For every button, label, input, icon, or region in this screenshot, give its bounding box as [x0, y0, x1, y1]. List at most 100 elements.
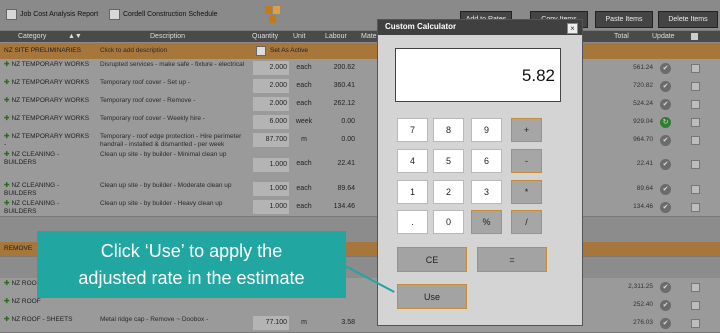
row-checkbox[interactable]: [691, 118, 700, 127]
key-percent-button[interactable]: %: [471, 210, 502, 234]
add-icon[interactable]: ✚: [4, 133, 9, 140]
key-9-button[interactable]: 9: [471, 118, 502, 142]
row-description[interactable]: Temporary roof cover - Weekly hire -: [100, 115, 250, 123]
row-description[interactable]: Disrupted services - make safe - fixture…: [100, 61, 250, 69]
select-all-checkbox[interactable]: [691, 33, 698, 40]
construction-schedule-link[interactable]: Cordell Construction Schedule: [109, 9, 218, 20]
table-row[interactable]: ✚ NZ TEMPORARY WORKS - Temporary - roof ed…: [0, 131, 720, 150]
row-checkbox[interactable]: [691, 203, 700, 212]
add-icon[interactable]: ✚: [4, 61, 9, 68]
add-icon[interactable]: ✚: [4, 280, 9, 287]
row-checkbox[interactable]: [691, 64, 700, 73]
quantity-input[interactable]: 77.100: [253, 316, 289, 330]
header-update[interactable]: Update: [652, 33, 675, 40]
key-8-button[interactable]: 8: [433, 118, 464, 142]
row-checkbox[interactable]: [691, 185, 700, 194]
row-description[interactable]: Clean up site - by builder - Moderate cl…: [100, 182, 250, 190]
key-3-button[interactable]: 3: [471, 180, 502, 204]
table-row[interactable]: ✚ NZ CLEANING - BUILDERS Clean up site - b…: [0, 180, 720, 199]
key-divide-button[interactable]: /: [511, 210, 542, 234]
row-description[interactable]: Temporary - roof edge protection - Hire …: [100, 133, 250, 149]
section-row[interactable]: NZ SITE PRELIMINARIES Click to add descr…: [0, 43, 720, 60]
add-icon[interactable]: ✚: [4, 97, 9, 104]
key-2-button[interactable]: 2: [433, 180, 464, 204]
clear-entry-button[interactable]: CE: [397, 247, 467, 272]
close-icon[interactable]: ×: [567, 23, 578, 34]
key-1-button[interactable]: 1: [397, 180, 428, 204]
row-checkbox[interactable]: [691, 82, 700, 91]
add-icon[interactable]: ✚: [4, 316, 9, 323]
row-labour[interactable]: 89.64: [325, 185, 355, 192]
row-description[interactable]: Temporary roof cover - Remove -: [100, 97, 250, 105]
add-icon[interactable]: ✚: [4, 115, 9, 122]
quantity-input[interactable]: 1.000: [253, 182, 289, 196]
sort-arrows-icon[interactable]: ▲▼: [68, 33, 82, 40]
header-category[interactable]: Category: [18, 33, 46, 40]
row-checkbox[interactable]: [691, 283, 700, 292]
header-material[interactable]: Mate: [361, 33, 377, 40]
key-minus-button[interactable]: -: [511, 149, 542, 173]
header-total[interactable]: Total: [614, 33, 629, 40]
row-description[interactable]: Clean up site - by builder - Heavy clean…: [100, 200, 250, 208]
section-note[interactable]: Click to add description: [100, 47, 250, 55]
add-icon[interactable]: ✚: [4, 151, 9, 158]
add-icon[interactable]: ✚: [4, 298, 9, 305]
row-labour[interactable]: 262.12: [325, 100, 355, 107]
check-icon[interactable]: ✔: [660, 99, 671, 110]
key-multiply-button[interactable]: *: [511, 180, 542, 204]
header-labour[interactable]: Labour: [325, 33, 347, 40]
key-4-button[interactable]: 4: [397, 149, 428, 173]
table-row[interactable]: ✚ NZ TEMPORARY WORKS Temporary roof cover …: [0, 113, 720, 132]
job-cost-report-link[interactable]: Job Cost Analysis Report: [6, 9, 98, 20]
row-labour[interactable]: 0.00: [325, 136, 355, 143]
check-icon[interactable]: ✔: [660, 63, 671, 74]
add-icon[interactable]: ✚: [4, 200, 9, 207]
refresh-icon[interactable]: ↻: [660, 117, 671, 128]
delete-items-button[interactable]: Delete Items: [658, 11, 718, 28]
check-icon[interactable]: ✔: [660, 300, 671, 311]
check-icon[interactable]: ✔: [660, 184, 671, 195]
calculator-title-bar[interactable]: Custom Calculator ×: [378, 20, 582, 35]
header-description[interactable]: Description: [150, 33, 185, 40]
row-labour[interactable]: 134.46: [325, 203, 355, 210]
equals-button[interactable]: =: [477, 247, 547, 272]
row-checkbox[interactable]: [691, 301, 700, 310]
quantity-input[interactable]: 2.000: [253, 61, 289, 75]
paste-items-button[interactable]: Paste Items: [595, 11, 653, 28]
key-6-button[interactable]: 6: [471, 149, 502, 173]
key-decimal-button[interactable]: .: [397, 210, 428, 234]
row-labour[interactable]: 200.62: [325, 64, 355, 71]
check-icon[interactable]: ✔: [660, 202, 671, 213]
table-row[interactable]: ✚ NZ CLEANING - BUILDERS Clean up site - b…: [0, 149, 720, 181]
row-description[interactable]: Clean up site - by builder - Minimal cle…: [100, 151, 250, 159]
quantity-input[interactable]: 6.000: [253, 115, 289, 129]
row-labour[interactable]: 3.58: [325, 319, 355, 326]
add-icon[interactable]: ✚: [4, 79, 9, 86]
quantity-input[interactable]: 2.000: [253, 97, 289, 111]
header-quantity[interactable]: Quantity: [252, 33, 278, 40]
quantity-input[interactable]: 87.700: [253, 133, 289, 147]
check-icon[interactable]: ✔: [660, 135, 671, 146]
key-5-button[interactable]: 5: [433, 149, 464, 173]
check-icon[interactable]: ✔: [660, 81, 671, 92]
row-checkbox[interactable]: [691, 160, 700, 169]
quantity-input[interactable]: 1.000: [253, 158, 289, 172]
table-row[interactable]: ✚ NZ TEMPORARY WORKS Disrupted services - …: [0, 59, 720, 78]
set-active-checkbox[interactable]: [256, 46, 266, 56]
header-unit[interactable]: Unit: [293, 33, 305, 40]
row-description[interactable]: Metal ridge cap - Remove ~ Doobox -: [100, 316, 250, 324]
table-row[interactable]: ✚ NZ ROOF 252.40 ✔: [0, 296, 720, 315]
check-icon[interactable]: ✔: [660, 159, 671, 170]
key-7-button[interactable]: 7: [397, 118, 428, 142]
table-row[interactable]: ✚ NZ TEMPORARY WORKS Temporary roof cover …: [0, 77, 720, 96]
row-checkbox[interactable]: [691, 100, 700, 109]
key-0-button[interactable]: 0: [433, 210, 464, 234]
table-row[interactable]: ✚ NZ TEMPORARY WORKS Temporary roof cover …: [0, 95, 720, 114]
row-labour[interactable]: 22.41: [325, 160, 355, 167]
key-plus-button[interactable]: +: [511, 118, 542, 142]
quantity-input[interactable]: 1.000: [253, 200, 289, 214]
check-icon[interactable]: ✔: [660, 282, 671, 293]
table-row[interactable]: ✚ NZ CLEANING - BUILDERS Clean up site - b…: [0, 198, 720, 217]
row-description[interactable]: Temporary roof cover - Set up -: [100, 79, 250, 87]
quantity-input[interactable]: 2.000: [253, 79, 289, 93]
